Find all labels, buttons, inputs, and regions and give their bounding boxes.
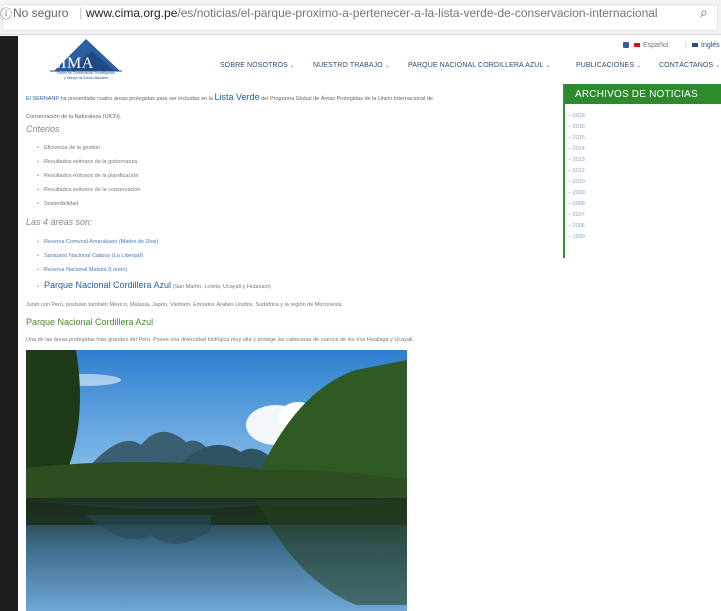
url-path: /es/noticias/el-parque-proximo-a-pertene… <box>177 6 658 20</box>
nav-label: NUESTRO TRABAJO <box>313 62 383 69</box>
criterio-item: Resultados exitosos de la gobernanza <box>37 159 137 165</box>
archive-year-link[interactable]: – 2010 <box>568 179 585 185</box>
nav-parque-nacional[interactable]: PARQUE NACIONAL CORDILLERA AZUL ⌄ <box>408 62 551 69</box>
nav-nuestro-trabajo[interactable]: NUESTRO TRABAJO ⌄ <box>313 62 390 69</box>
area-link-cordillera-azul[interactable]: Parque Nacional Cordillera Azul <box>44 280 171 290</box>
area-link[interactable]: Reserva Nacional Matsés (Loreto) <box>44 267 127 273</box>
logo-subtitle-1: Centro de Conservación, Investigación <box>56 71 116 75</box>
sernanp-link[interactable]: El SERNANP <box>26 96 59 102</box>
archive-year-link[interactable]: – 2006 <box>568 223 585 229</box>
archive-year: 2006 <box>572 223 585 229</box>
criterio-item: Sostenibilidad <box>37 201 78 207</box>
window-left-border <box>0 36 18 611</box>
junto-paragraph: Junto con Perú, postulan también México,… <box>26 302 343 308</box>
address-separator: | <box>79 5 83 20</box>
lang-spanish[interactable]: Español <box>634 42 668 49</box>
area-location: (San Martín, Loreto, Ucayali y Huánuco) <box>171 284 271 290</box>
archive-year: 2015 <box>572 135 585 141</box>
archive-year-link[interactable]: – 2013 <box>568 157 585 163</box>
criterio-item: Eficiencia de la gestión <box>37 145 100 151</box>
lang-english[interactable]: Inglés <box>692 42 720 49</box>
landscape-photo-image <box>26 350 407 611</box>
logo-subtitle-2: y Manejo de Áreas Naturales <box>64 76 108 80</box>
archive-year-link[interactable]: – 2018 <box>568 113 585 119</box>
intro-paragraph: El SERNANP ha presentado cuatro áreas pr… <box>26 88 556 126</box>
chevron-down-icon: ⌄ <box>545 63 551 69</box>
chevron-down-icon: ⌄ <box>715 63 721 69</box>
archive-year-link[interactable]: – 2009 <box>568 190 585 196</box>
zoom-icon[interactable]: ⌕ <box>700 4 708 21</box>
nav-label: PUBLICACIONES <box>576 62 635 69</box>
chevron-down-icon: ⌄ <box>636 63 642 69</box>
pnca-description: Una de las áreas protegidas más grandes … <box>26 337 414 343</box>
info-icon[interactable]: ⓘ <box>0 5 12 22</box>
chevron-down-icon: ⌄ <box>289 63 296 69</box>
criterios-heading: Criterios <box>26 124 60 134</box>
browser-address-bar: ⓘ No seguro | www.cima.org.pe/es/noticia… <box>0 0 721 35</box>
nav-label: PARQUE NACIONAL CORDILLERA AZUL <box>408 62 544 69</box>
nav-publicaciones[interactable]: PUBLICACIONES ⌄ <box>576 62 641 69</box>
archive-year: 2018 <box>572 113 585 119</box>
archive-year-link[interactable]: – 1999 <box>568 234 585 240</box>
pnca-heading: Parque Nacional Cordillera Azul <box>26 317 154 327</box>
lista-verde-link[interactable]: Lista Verde <box>215 92 260 102</box>
archive-year-link[interactable]: – 2008 <box>568 201 585 207</box>
area-item[interactable]: Parque Nacional Cordillera Azul (San Mar… <box>37 280 271 290</box>
url-host: www.cima.org.pe <box>86 6 178 20</box>
archive-year-link[interactable]: – 2012 <box>568 168 585 174</box>
area-item[interactable]: Santuario Nacional Calipuy (La Libertad) <box>37 253 143 259</box>
intro-text: ha presentado cuatro áreas protegidas pa… <box>58 96 215 102</box>
nav-contactanos[interactable]: CONTÁCTANOS ⌄ <box>659 62 720 69</box>
security-status: No seguro <box>13 6 69 20</box>
archive-year: 2008 <box>572 201 585 207</box>
archive-year: 2014 <box>572 146 585 152</box>
archive-year-link[interactable]: – 2016 <box>568 124 585 130</box>
criterio-item: Resultados exitosos de la planificación <box>37 173 138 179</box>
archive-year: 2007 <box>572 212 585 218</box>
url-text[interactable]: www.cima.org.pe/es/noticias/el-parque-pr… <box>86 6 658 20</box>
archive-year: 2016 <box>572 124 585 130</box>
archive-year: 2009 <box>572 190 585 196</box>
archive-year: 2012 <box>572 168 585 174</box>
criterio-item: Resultados exitosos de la conservación <box>37 187 141 193</box>
area-link[interactable]: Reserva Comunal Amarakaeri (Madre de Dio… <box>44 239 158 245</box>
areas-heading: Las 4 áreas son: <box>26 217 93 227</box>
archive-year: 1999 <box>572 234 585 240</box>
cordillera-azul-photo <box>26 350 407 611</box>
area-link[interactable]: Santuario Nacional Calipuy (La Libertad) <box>44 253 143 259</box>
archive-year-link[interactable]: – 2007 <box>568 212 585 218</box>
web-page: CIMA Centro de Conservación, Investigaci… <box>18 36 721 611</box>
archive-year-link[interactable]: – 2015 <box>568 135 585 141</box>
chevron-down-icon: ⌄ <box>384 63 390 69</box>
cima-logo[interactable]: CIMA Centro de Conservación, Investigaci… <box>40 37 132 83</box>
archive-year: 2010 <box>572 179 585 185</box>
archive-heading: ARCHIVOS DE NOTICIAS <box>565 84 721 104</box>
area-item[interactable]: Reserva Comunal Amarakaeri (Madre de Dio… <box>37 239 158 245</box>
nav-sobre-nosotros[interactable]: SOBRE NOSOTROS ⌄ <box>220 62 295 69</box>
intro-text-2: del Programa Global de Áreas Protegidas … <box>259 96 433 102</box>
archive-year-link[interactable]: – 2014 <box>568 146 585 152</box>
facebook-icon[interactable] <box>623 42 629 48</box>
archive-year: 2013 <box>572 157 585 163</box>
nav-label: CONTÁCTANOS <box>659 62 714 69</box>
lang-separator: | <box>685 42 687 49</box>
nav-label: SOBRE NOSOTROS <box>220 62 288 69</box>
news-archive-panel: ARCHIVOS DE NOTICIAS – 2018 – 2016 – 201… <box>563 84 721 258</box>
intro-line-2: Conservación de la Naturaleza (UICN). <box>26 114 122 120</box>
area-item[interactable]: Reserva Nacional Matsés (Loreto) <box>37 267 127 273</box>
